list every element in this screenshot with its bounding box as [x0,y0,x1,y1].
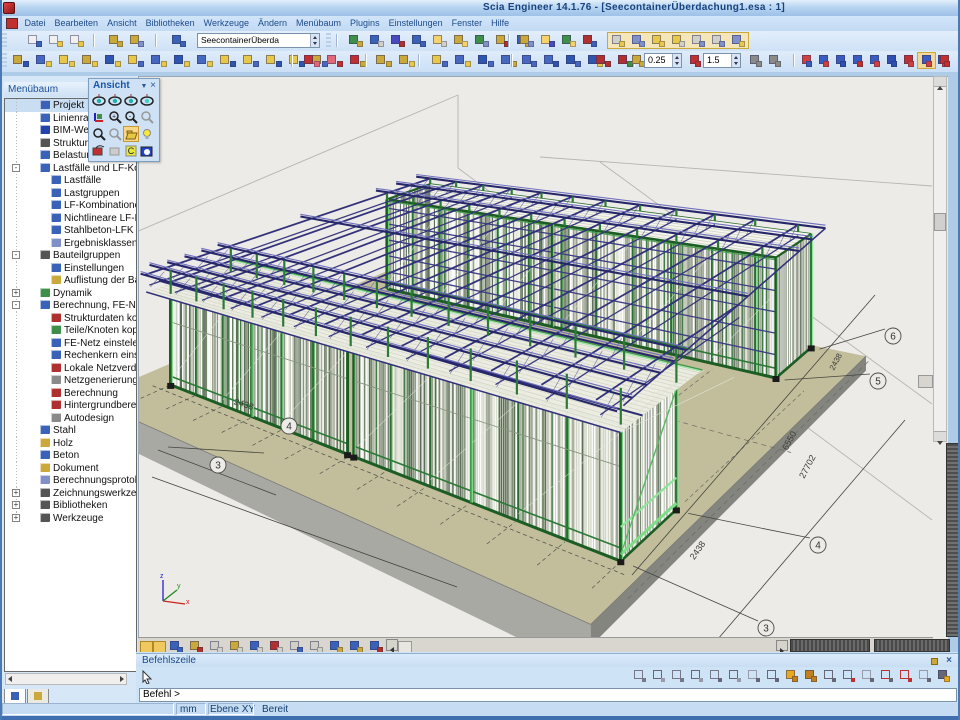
svg-text:C: C [128,146,135,156]
svg-text:z: z [160,573,164,580]
svg-text:+: + [112,114,116,121]
svg-text:6: 6 [890,332,896,343]
svg-text:4: 4 [815,541,821,552]
svg-text:3: 3 [215,461,221,472]
svg-text:x: x [186,599,190,606]
svg-text:5: 5 [875,377,881,388]
svg-text:3: 3 [763,624,769,635]
svg-text:4: 4 [286,422,292,433]
svg-text:y: y [177,583,181,590]
